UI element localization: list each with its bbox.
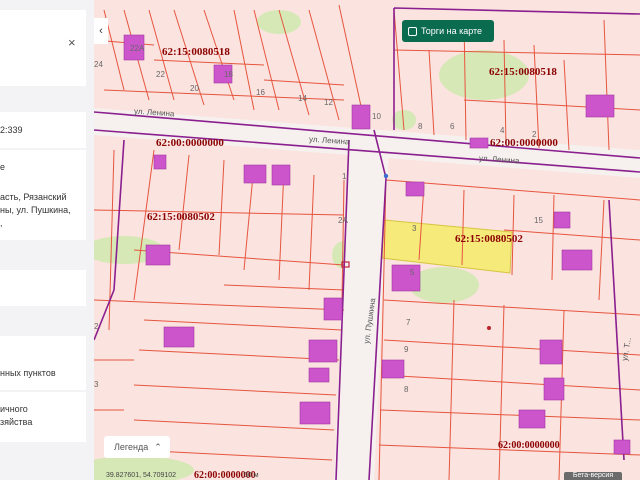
- house-number: 24: [94, 60, 103, 69]
- tenders-on-map-label: Торги на карте: [421, 26, 483, 36]
- category-card: нных пунктов: [0, 336, 86, 390]
- house-number: 9: [404, 345, 409, 354]
- beta-version-badge: Бета-версия: [564, 472, 622, 480]
- app-root: × ☆ 2:339 е асть, Рязанский ны, ул. Пушк…: [0, 0, 640, 480]
- type-fragment: е: [0, 162, 6, 172]
- house-number: 3: [412, 224, 417, 233]
- search-card[interactable]: ×: [0, 10, 86, 46]
- cursor-coordinates: 39.827601, 54.709102: [106, 472, 177, 479]
- house-number: 7: [406, 318, 411, 327]
- house-number: 20: [190, 84, 199, 93]
- house-number: 22А: [130, 44, 145, 53]
- house-number: 8: [418, 122, 423, 131]
- checkbox-icon[interactable]: [408, 26, 417, 36]
- house-number: 1: [342, 172, 347, 181]
- house-number: 5: [410, 268, 415, 277]
- category-fragment: нных пунктов: [0, 368, 56, 378]
- house-number: 6: [450, 122, 455, 131]
- house-number: 18: [224, 70, 233, 79]
- cadastral-label-bottom-right: 62:00:0000000: [498, 440, 560, 451]
- house-number: 3: [94, 380, 99, 389]
- actions-card: ☆: [0, 46, 86, 86]
- house-number: 22: [156, 70, 165, 79]
- address-line-1: асть, Рязанский: [0, 192, 67, 202]
- chevron-left-icon: ‹: [99, 25, 103, 37]
- map-marker-red: [487, 326, 491, 330]
- house-number: 2А: [338, 216, 348, 225]
- house-number: 12: [324, 98, 333, 107]
- tenders-on-map-toggle[interactable]: Торги на карте: [402, 20, 494, 42]
- info-card-empty: [0, 270, 86, 306]
- house-number: 2: [94, 322, 99, 331]
- close-icon[interactable]: ×: [68, 35, 76, 46]
- collapse-panel-button[interactable]: ‹: [94, 18, 108, 44]
- house-number: 2: [532, 130, 537, 139]
- house-number: 4: [500, 126, 505, 135]
- scale-bar-label: 50 м: [244, 472, 259, 479]
- cadastral-number-card: 2:339: [0, 112, 86, 148]
- address-card: асть, Рязанский ны, ул. Пушкина, ,: [0, 186, 86, 240]
- house-number: 14: [298, 94, 307, 103]
- cadastral-map[interactable]: 62:15:0080518 62:15:0080518 62:00:000000…: [94, 0, 640, 480]
- cadastral-label-top-right: 62:15:0080518: [489, 66, 557, 78]
- use-line-2: зяйства: [0, 417, 33, 427]
- cadastral-label-mid-right: 62:00:0000000: [490, 137, 558, 149]
- address-line-2: ны, ул. Пушкина,: [0, 205, 71, 215]
- chevron-up-icon: ⌃: [154, 441, 162, 452]
- cadastral-label-mid-left: 62:00:0000000: [156, 137, 224, 149]
- roads: [94, 108, 640, 480]
- type-card: е: [0, 150, 86, 186]
- house-number: 8: [404, 385, 409, 394]
- permitted-use-card: ичного зяйства: [0, 392, 86, 442]
- address-line-3: ,: [0, 218, 3, 228]
- map-marker-blue: [383, 173, 389, 179]
- legend-label: Легенда: [114, 442, 149, 452]
- cadastral-label-block-left: 62:15:0080502: [147, 211, 215, 223]
- map-layer[interactable]: [94, 0, 640, 480]
- house-number: 15: [534, 216, 543, 225]
- use-line-1: ичного: [0, 404, 28, 414]
- house-number: 10: [372, 112, 381, 121]
- cadastral-label-block-right: 62:15:0080502: [455, 233, 523, 245]
- house-number: 16: [256, 88, 265, 97]
- legend-button[interactable]: Легенда ⌃: [104, 436, 170, 458]
- cadastral-label-top-left: 62:15:0080518: [162, 46, 230, 58]
- cadastral-number-fragment: 2:339: [0, 125, 23, 135]
- parcel-info-panel: × ☆ 2:339 е асть, Рязанский ны, ул. Пушк…: [0, 0, 94, 480]
